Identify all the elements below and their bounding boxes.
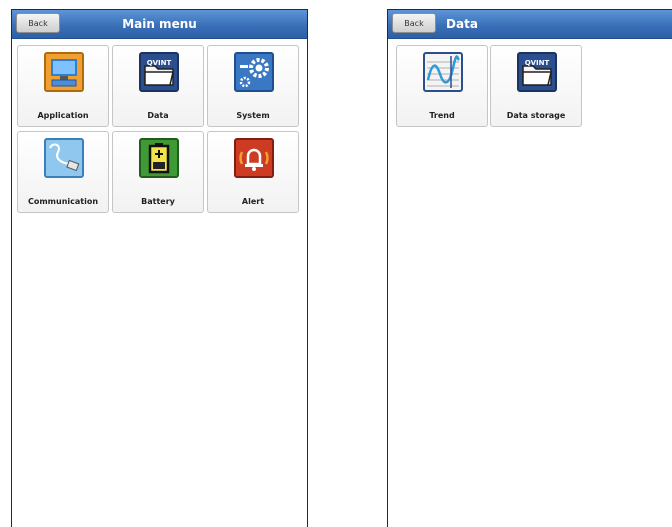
communication-cable-icon <box>44 138 84 178</box>
system-tile[interactable]: System <box>207 45 299 127</box>
battery-tile[interactable]: Battery <box>112 131 204 213</box>
alert-bell-icon <box>234 138 274 178</box>
data-storage-tile[interactable]: QVINT Data storage <box>490 45 582 127</box>
data-tile[interactable]: QVINT Data <box>112 45 204 127</box>
main-menu-screen: Back Main menu Application QVINT Data Sy… <box>11 9 308 527</box>
alert-tile[interactable]: Alert <box>207 131 299 213</box>
tile-label: System <box>236 111 270 120</box>
trend-chart-icon <box>423 52 463 92</box>
system-gear-icon <box>234 52 274 92</box>
tile-label: Alert <box>241 197 265 206</box>
svg-text:QVINT: QVINT <box>147 59 172 67</box>
back-button[interactable]: Back <box>16 13 60 33</box>
back-button[interactable]: Back <box>392 13 436 33</box>
battery-icon <box>139 138 179 178</box>
communication-tile[interactable]: Communication <box>17 131 109 213</box>
application-icon <box>44 52 84 92</box>
tile-label: Trend <box>429 111 455 120</box>
tile-label: Application <box>37 111 89 120</box>
main-menu-titlebar: Back Main menu <box>12 10 307 39</box>
data-screen: Back Data Trend QVINT Data storage <box>387 9 672 527</box>
data-storage-folder-icon: QVINT <box>517 52 557 92</box>
tile-label: Data storage <box>506 111 566 120</box>
trend-tile[interactable]: Trend <box>396 45 488 127</box>
svg-text:QVINT: QVINT <box>525 59 550 67</box>
tile-label: Communication <box>27 197 99 206</box>
application-tile[interactable]: Application <box>17 45 109 127</box>
data-titlebar: Back Data <box>388 10 672 39</box>
tile-label: Battery <box>141 197 175 206</box>
tile-label: Data <box>147 111 169 120</box>
data-folder-icon: QVINT <box>139 52 179 92</box>
